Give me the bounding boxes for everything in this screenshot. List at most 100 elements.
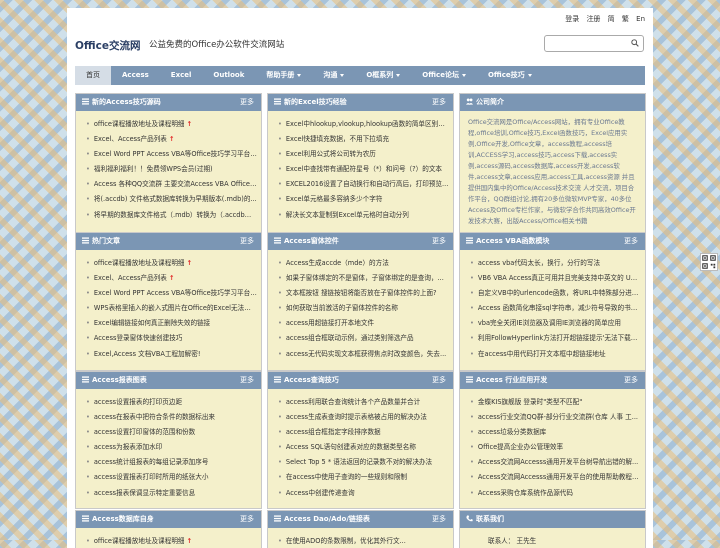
list-item[interactable]: Excel快捷填充数据，不用下拉填充	[278, 132, 449, 147]
list-item[interactable]: 如果子窗体绑定的不是窗体，子窗体绑定的是查询，...	[278, 271, 449, 286]
list-item[interactable]: Access交流网Accesss通用开发平台树导航出错的解...	[470, 455, 641, 470]
list-item[interactable]: access设置报表打印时所用的纸张大小	[86, 470, 257, 485]
list-item[interactable]: access无代码实现文本框获得焦点时改变颜色，失去...	[278, 347, 449, 362]
login-link[interactable]: 登录	[565, 15, 579, 23]
list-item[interactable]: Excel,Access 文档VBA工程加解密!	[86, 347, 257, 362]
list-item[interactable]: 在access中用代码打开文本框中超链接地址	[470, 347, 641, 362]
nav-item-1[interactable]: Access	[111, 66, 160, 85]
list-item[interactable]: Access采购仓库系统作品源代码	[470, 486, 641, 501]
list-item-text: Excel快捷填充数据，不用下拉填充	[285, 135, 390, 144]
more-link[interactable]: 更多	[240, 372, 254, 389]
nav-item-5[interactable]: 沟通	[312, 66, 355, 85]
more-link[interactable]: 更多	[432, 233, 446, 250]
more-link[interactable]: 更多	[624, 233, 638, 250]
nav-item-6[interactable]: O框系列	[355, 66, 411, 85]
article-list: office课程播放地址及课程明细↑Excel、Access产品列表↑Excel…	[86, 117, 257, 223]
list-item[interactable]: 利用FollowHyperlink方法打开超链接提示'无法下载您...	[470, 331, 641, 346]
more-link[interactable]: 更多	[240, 511, 254, 528]
nav-item-8[interactable]: Office技巧	[477, 66, 543, 85]
list-item[interactable]: access vba代码太长，换行，分行的写法	[470, 256, 641, 271]
list-item[interactable]: Excel、Access产品列表↑	[86, 132, 257, 147]
english-link[interactable]: En	[636, 15, 645, 23]
list-item[interactable]: Access生成accde（mde）的方法	[278, 256, 449, 271]
list-item[interactable]: Excel Word PPT Access VBA等Office技巧学习平台↑	[86, 147, 257, 162]
list-item[interactable]: WPS表格里插入的嵌入式图片在Office的Excel无法正...	[86, 301, 257, 316]
register-link[interactable]: 注册	[586, 15, 600, 23]
list-item[interactable]: access组合框联动示例，通过类别筛选产品	[278, 331, 449, 346]
list-item[interactable]: 将(.accdb) 文件格式数据库转换为早期版本(.mdb)的...	[86, 192, 257, 207]
nav-item-4[interactable]: 帮助手册	[255, 66, 312, 85]
nav-item-0[interactable]: 首页	[75, 66, 111, 85]
list-item[interactable]: Excel单元格最多容纳多少个字符	[278, 192, 449, 207]
list-item[interactable]: 金蝶KIS旗舰版 登录时"类型不匹配"	[470, 395, 641, 410]
list-item[interactable]: EXCEL2016设置了自动换行和自动行高后，打印预览...	[278, 177, 449, 192]
list-item[interactable]: access报表保调显示特定重要信息	[86, 486, 257, 501]
panel-company-intro: 公司简介 Office交流网是Office/Access网站，拥有专业Offic…	[459, 93, 646, 238]
list-item[interactable]: access垃圾分类数据库	[470, 425, 641, 440]
list-item-text: access在报表中把符合条件的数据标出来	[93, 413, 216, 422]
list-item[interactable]: access设置报表的打印页边距	[86, 395, 257, 410]
nav-item-3[interactable]: Outlook	[202, 66, 255, 85]
list-item[interactable]: 在使用ADO的条数限制，优化其外行文...	[278, 534, 449, 548]
list-item[interactable]: vba完全关闭IE浏览器及调用IE浏览器的简单应用	[470, 316, 641, 331]
traditional-link[interactable]: 繁	[622, 15, 629, 23]
hot-arrow-icon: ↑	[186, 259, 193, 267]
more-link[interactable]: 更多	[432, 511, 446, 528]
list-item[interactable]: 文本框按钮 搜链按钮将能否放在子窗体控件的上面?	[278, 286, 449, 301]
list-item[interactable]: 自定义VB中的urlencode函数，将URL中特殊部分进行...	[470, 286, 641, 301]
list-item-text: access设置打印窗体的范围和份数	[93, 428, 196, 437]
list-item[interactable]: Excel编辑链接如何真正删除失效的链接	[86, 316, 257, 331]
list-item[interactable]: 将早期的数据库文件格式（.mdb）转换为（.accdb）...	[86, 208, 257, 223]
chevron-down-icon	[340, 73, 345, 77]
nav-item-2[interactable]: Excel	[160, 66, 203, 85]
list-item[interactable]: office课程播放地址及课程明细↑	[86, 534, 257, 548]
list-item-text: Excel,Access 文档VBA工程加解密!	[93, 349, 201, 358]
list-item[interactable]: access统计组报表的每组记录添加序号	[86, 455, 257, 470]
list-item[interactable]: Access登录窗体快速创建技巧	[86, 331, 257, 346]
list-item[interactable]: Access中创建传递查询	[278, 486, 449, 501]
list-item[interactable]: access为报表添加水印	[86, 440, 257, 455]
more-link[interactable]: 更多	[432, 94, 446, 111]
list-item[interactable]: access设置打印窗体的范围和份数	[86, 425, 257, 440]
more-link[interactable]: 更多	[240, 233, 254, 250]
list-item[interactable]: access组合框指定字段排序数据	[278, 425, 449, 440]
list-item[interactable]: 如何获取当前激活的子窗体控件的名称	[278, 301, 449, 316]
list-item[interactable]: 解决长文本复制到Excel单元格时自动分列	[278, 208, 449, 223]
site-logo[interactable]: Office交流网	[75, 38, 140, 53]
nav-item-label: Outlook	[213, 71, 245, 79]
qr-code-button[interactable]	[700, 253, 718, 271]
more-link[interactable]: 更多	[240, 94, 254, 111]
simplified-link[interactable]: 简	[608, 15, 615, 23]
list-item[interactable]: office课程播放地址及课程明细↑	[86, 256, 257, 271]
more-link[interactable]: 更多	[432, 372, 446, 389]
list-item[interactable]: Excel、Access产品列表↑	[86, 271, 257, 286]
list-item[interactable]: access行业交流QQ群-部分行业交流群(仓库 人事 工...	[470, 410, 641, 425]
nav-item-7[interactable]: Office论坛	[411, 66, 477, 85]
search-input[interactable]	[545, 36, 627, 51]
list-item[interactable]: access用超链接打开本地文件	[278, 316, 449, 331]
list-item[interactable]: Access SQL语句创建表对应的数据类型名称	[278, 440, 449, 455]
list-item[interactable]: Excel中hlookup,vlookup,hlookup函数的简单区别和应用	[278, 117, 449, 132]
list-item-text: access vba代码太长，换行，分行的写法	[477, 259, 601, 267]
panel-access-forms: Access窗体控件 更多 Access生成accde（mde）的方法如果子窗体…	[267, 232, 454, 371]
list-item[interactable]: Access 各种QQ交流群 主要交流Access VBA Office E..…	[86, 177, 257, 192]
list-item[interactable]: Excel Word PPT Access VBA等Office技巧学习平台↑	[86, 286, 257, 301]
list-item[interactable]: access利用联合查询统计各个产品数量并合计	[278, 395, 449, 410]
list-item[interactable]: office课程播放地址及课程明细↑	[86, 117, 257, 132]
list-item[interactable]: Office提高企业办公管理效率	[470, 440, 641, 455]
list-item[interactable]: VB6 VBA Access真正可用并且完美支持中英文的 URL...	[470, 271, 641, 286]
list-item[interactable]: access生成表查询时提示表格被占用的解决办法	[278, 410, 449, 425]
list-item[interactable]: Access交流网Accesss通用开发平台的使用帮助教程及...	[470, 470, 641, 485]
list-item[interactable]: 福利福利福利！！免费领WPS会员(过期)	[86, 162, 257, 177]
list-item-text: access生成表查询时提示表格被占用的解决办法	[285, 413, 427, 422]
list-item[interactable]: Select Top 5 * 语法返回的记录数不对的解决办法	[278, 455, 449, 470]
list-item-text: Access登录窗体快速创建技巧	[93, 334, 183, 343]
more-link[interactable]: 更多	[624, 372, 638, 389]
list-item[interactable]: access在报表中把符合条件的数据标出来	[86, 410, 257, 425]
search-icon[interactable]	[631, 39, 639, 47]
list-item[interactable]: Excel中查找带有通配符星号（*）和问号（?）的文本	[278, 162, 449, 177]
list-item[interactable]: 在access中使用子查询的一些规则和限制	[278, 470, 449, 485]
panel-header: Access窗体控件 更多	[268, 233, 453, 250]
list-item[interactable]: Access 函数简化串接sql字符串，减少符号导致的书写...	[470, 301, 641, 316]
list-item[interactable]: Excel利用公式将公司转为农历	[278, 147, 449, 162]
